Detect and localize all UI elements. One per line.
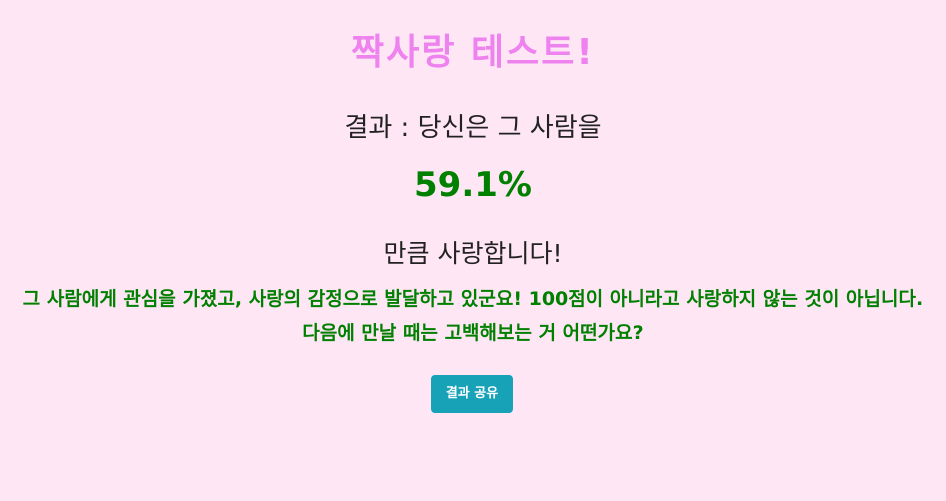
- page: 짝사랑 테스트! 결과 : 당신은 그 사람을 59.1% 만큼 사랑합니다! …: [0, 0, 946, 501]
- love-percentage: 59.1%: [414, 165, 532, 205]
- result-label: 결과 : 당신은 그 사람을: [344, 113, 602, 143]
- love-text: 만큼 사랑합니다!: [383, 239, 563, 268]
- result-message: 그 사람에게 관심을 가졌고, 사랑의 감정으로 발달하고 있군요! 100점이…: [22, 288, 924, 344]
- share-result-button[interactable]: 결과 공유: [431, 375, 513, 413]
- page-title: 짝사랑 테스트!: [351, 32, 595, 73]
